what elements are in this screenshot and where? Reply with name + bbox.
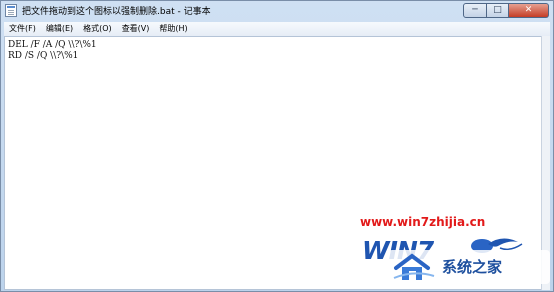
title-bar[interactable]: 把文件拖动到这个图标以强制删除.bat - 记事本 ─ □ ✕: [1, 1, 553, 21]
caption-buttons: ─ □ ✕: [463, 3, 549, 18]
watermark-brand: 系统之家: [442, 258, 503, 276]
maximize-button[interactable]: □: [487, 3, 509, 18]
menu-bar: 文件(F) 编辑(E) 格式(O) 查看(V) 帮助(H): [4, 22, 550, 36]
editor-content[interactable]: DEL /F /A /Q \\?\%1 RD /S /Q \\?\%1: [5, 40, 97, 62]
editor-line-2: RD /S /Q \\?\%1: [8, 51, 79, 61]
notepad-icon[interactable]: [5, 4, 17, 17]
menu-edit[interactable]: 编辑(E): [41, 22, 78, 36]
menu-view[interactable]: 查看(V): [117, 22, 155, 36]
menu-file[interactable]: 文件(F): [4, 22, 41, 36]
menu-help[interactable]: 帮助(H): [154, 22, 192, 36]
house-logo-icon: [393, 253, 435, 280]
menu-format[interactable]: 格式(O): [78, 22, 117, 36]
window-title: 把文件拖动到这个图标以强制删除.bat - 记事本: [22, 7, 211, 17]
close-button[interactable]: ✕: [509, 3, 549, 18]
watermark-url: www.win7zhijia.cn: [360, 215, 486, 229]
minimize-button[interactable]: ─: [463, 3, 487, 18]
editor-line-1: DEL /F /A /Q \\?\%1: [8, 40, 97, 50]
